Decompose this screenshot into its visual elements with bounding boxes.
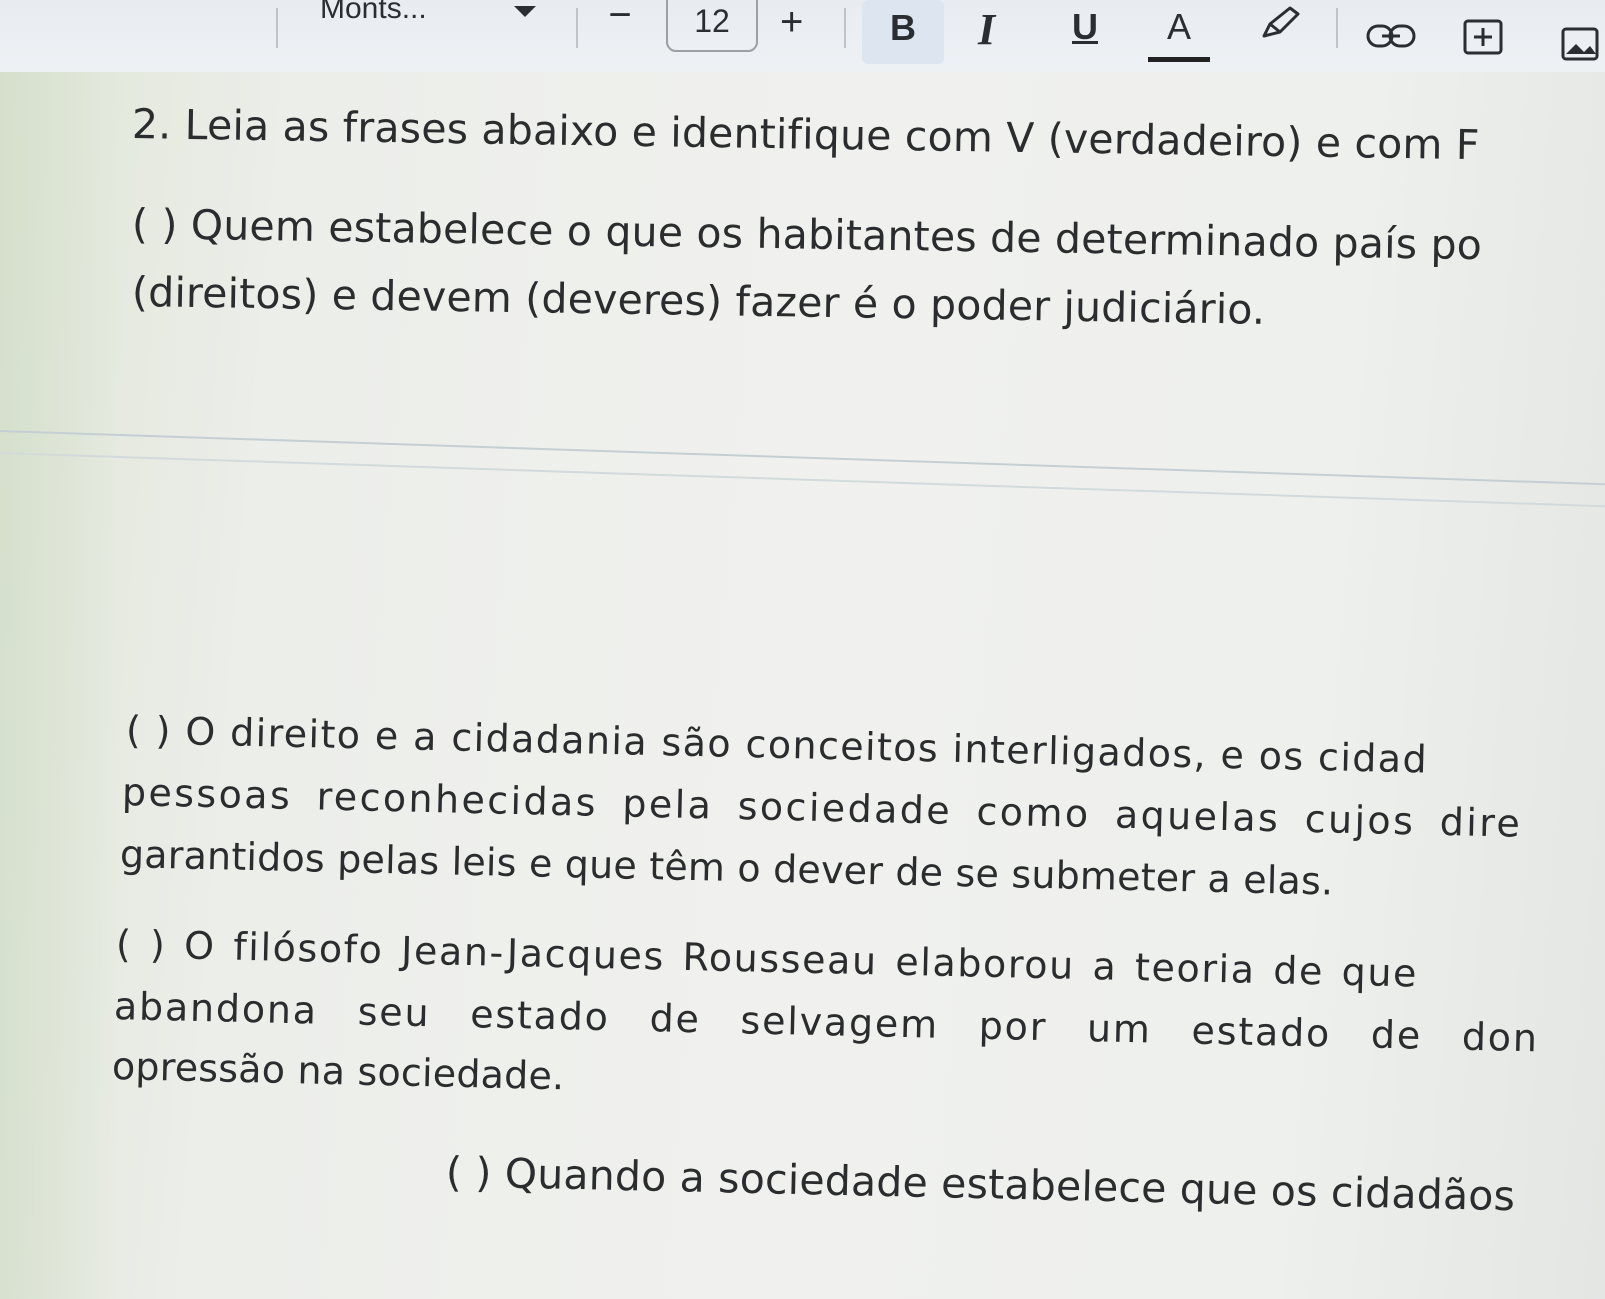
section-divider <box>0 430 1605 486</box>
item-3-line-1: ( ) O filósofo Jean-Jacques Rousseau ela… <box>115 922 1419 996</box>
item-2-line-2: pessoas reconhecidas pela sociedade como… <box>121 770 1523 846</box>
item-2-line-1: ( ) O direito e a cidadania são conceito… <box>125 708 1429 782</box>
section-divider <box>0 452 1605 508</box>
item-1-line-1: ( ) Quem estabelece o que os habitantes … <box>131 200 1483 270</box>
screen: Monts... − 12 + B I U A 2. Leia as frase… <box>0 0 1605 1299</box>
document-body[interactable]: 2. Leia as frases abaixo e identifique c… <box>0 0 1605 1299</box>
item-3-line-3: opressão na sociedade. <box>111 1044 565 1099</box>
item-1-line-2: (direitos) e devem (deveres) fazer é o p… <box>131 268 1266 334</box>
question-title: 2. Leia as frases abaixo e identifique c… <box>131 100 1481 170</box>
item-4-line-1: ( ) Quando a sociedade estabelece que os… <box>445 1148 1516 1221</box>
item-2-line-3: garantidos pelas leis e que têm o dever … <box>119 832 1334 904</box>
